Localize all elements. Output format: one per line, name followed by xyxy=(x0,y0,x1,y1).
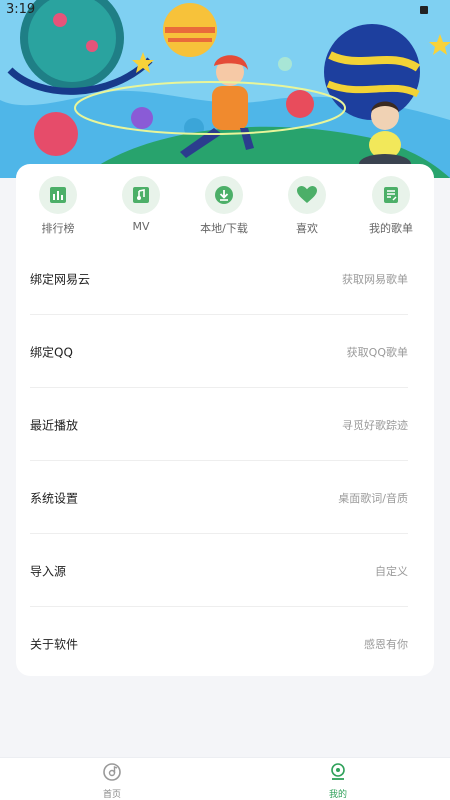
menu-item-value: 寻觅好歌踪迹 xyxy=(342,419,408,432)
menu-item-value: 自定义 xyxy=(375,565,408,578)
heart-icon xyxy=(288,176,326,214)
status-time: 3:19 xyxy=(6,2,36,17)
disc-icon xyxy=(103,763,121,781)
menu-item-value: 获取网易歌单 xyxy=(342,273,408,286)
menu-item-title: 最近播放 xyxy=(30,418,79,433)
profile-icon xyxy=(331,763,345,780)
menu-item-value: 获取QQ歌单 xyxy=(346,346,408,359)
playlist-icon xyxy=(372,176,410,214)
menu-item-title: 导入源 xyxy=(30,564,67,579)
quick-action-label: 排行榜 xyxy=(41,222,75,235)
menu-item-title: 绑定QQ xyxy=(30,345,73,360)
menu-item-about[interactable]: 关于软件 感恩有你 xyxy=(30,609,408,679)
menu-item-title: 绑定网易云 xyxy=(30,272,91,287)
music-note-icon xyxy=(122,176,160,214)
menu-item-value: 感恩有你 xyxy=(364,638,408,651)
nav-tab-mine[interactable]: 我的 xyxy=(298,762,378,800)
quick-action-label: 我的歌单 xyxy=(369,222,413,235)
quick-action-label: 本地/下载 xyxy=(200,222,248,235)
quick-actions-row: 排行榜 MV 本地/下载 喜欢 我的歌单 xyxy=(16,176,434,246)
quick-action-mv[interactable]: MV xyxy=(101,176,181,233)
quick-action-label: 喜欢 xyxy=(296,222,318,235)
nav-label-home: 首页 xyxy=(102,790,121,800)
nav-label-mine: 我的 xyxy=(328,790,347,800)
download-icon xyxy=(205,176,243,214)
menu-item-import-source[interactable]: 导入源 自定义 xyxy=(30,536,408,607)
menu-item-bind-netease[interactable]: 绑定网易云 获取网易歌单 xyxy=(30,244,408,315)
space-illustration xyxy=(0,0,450,178)
chart-bars-icon xyxy=(39,176,77,214)
header-banner-illustration xyxy=(0,0,450,178)
nav-tab-home[interactable]: 首页 xyxy=(72,762,152,800)
quick-action-playlists[interactable]: 我的歌单 xyxy=(351,176,431,236)
menu-item-title: 关于软件 xyxy=(30,637,79,652)
quick-action-ranking[interactable]: 排行榜 xyxy=(18,176,98,236)
menu-item-recent-play[interactable]: 最近播放 寻觅好歌踪迹 xyxy=(30,390,408,461)
quick-action-download[interactable]: 本地/下载 xyxy=(184,176,264,236)
quick-action-favorites[interactable]: 喜欢 xyxy=(267,176,347,236)
menu-item-bind-qq[interactable]: 绑定QQ 获取QQ歌单 xyxy=(30,317,408,388)
quick-action-label: MV xyxy=(132,220,150,233)
menu-item-value: 桌面歌词/音质 xyxy=(338,492,408,505)
menu-item-title: 系统设置 xyxy=(30,491,79,506)
battery-icon xyxy=(420,6,428,14)
menu-item-system-settings[interactable]: 系统设置 桌面歌词/音质 xyxy=(30,463,408,534)
bottom-nav: 首页 我的 xyxy=(0,757,450,800)
profile-card: 排行榜 MV 本地/下载 喜欢 我的歌单 绑定网易云 获取网易歌单 绑定QQ 获… xyxy=(16,164,434,676)
